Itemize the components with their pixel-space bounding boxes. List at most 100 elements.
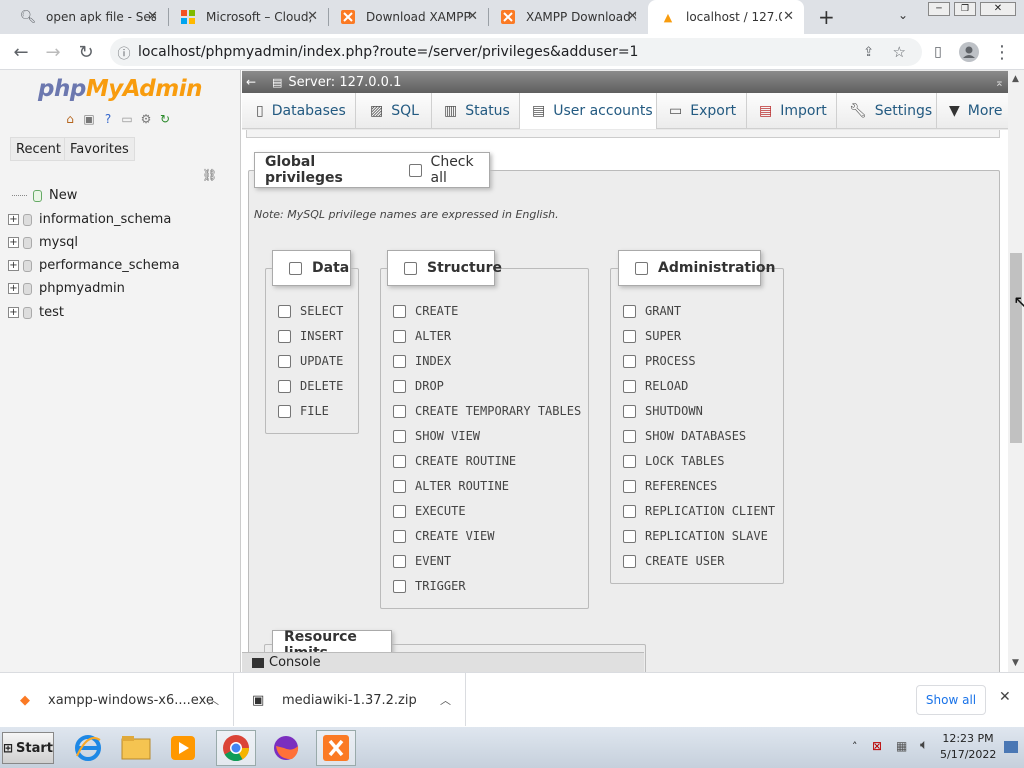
tree-item-database[interactable]: + information_schema	[8, 212, 171, 227]
start-button[interactable]: ⊞ Start	[2, 732, 54, 764]
vertical-scrollbar[interactable]: ▲ ▼	[1008, 70, 1024, 672]
privilege-option[interactable]: SHOW DATABASES	[623, 429, 746, 443]
privilege-checkbox[interactable]	[393, 429, 406, 443]
privilege-option[interactable]: ALTER	[393, 329, 451, 343]
privilege-label[interactable]: CREATE ROUTINE	[415, 454, 516, 468]
new-tab-icon[interactable]: +	[818, 5, 835, 29]
minimize-icon[interactable]: ─	[928, 2, 950, 16]
privilege-checkbox[interactable]	[623, 479, 636, 493]
privilege-checkbox[interactable]	[623, 304, 636, 318]
browser-tab[interactable]: 🔍︎ open apk file - Sear ✕	[8, 0, 168, 34]
privilege-option[interactable]: CREATE USER	[623, 554, 724, 568]
privilege-label[interactable]: CREATE USER	[645, 554, 724, 568]
download-item[interactable]: ◆ xampp-windows-x6....exe ︿	[20, 673, 234, 727]
privilege-option[interactable]: REFERENCES	[623, 479, 717, 493]
browser-tab[interactable]: XAMPP Download S ✕	[488, 0, 648, 34]
privilege-label[interactable]: REPLICATION SLAVE	[645, 529, 768, 543]
privilege-checkbox[interactable]	[623, 429, 636, 443]
download-filename[interactable]: xampp-windows-x6....exe	[48, 693, 214, 708]
privilege-checkbox[interactable]	[393, 504, 406, 518]
bookmark-star-icon[interactable]: ☆	[893, 43, 906, 61]
privilege-checkbox[interactable]	[278, 354, 291, 368]
info-icon[interactable]: ⓘ	[110, 43, 138, 62]
privilege-option[interactable]: ALTER ROUTINE	[393, 479, 509, 493]
back-arrow-icon[interactable]: ←	[9, 40, 33, 64]
privilege-label[interactable]: DROP	[415, 379, 444, 393]
privilege-option[interactable]: PROCESS	[623, 354, 696, 368]
privilege-option[interactable]: CREATE TEMPORARY TABLES	[393, 404, 581, 418]
privilege-option[interactable]: GRANT	[623, 304, 681, 318]
address-bar[interactable]: ⓘ localhost/phpmyadmin/index.php?route=/…	[110, 38, 922, 66]
tree-item-database[interactable]: + performance_schema	[8, 258, 180, 273]
scroll-down-arrow-icon[interactable]: ▼	[1012, 658, 1019, 668]
scroll-up-arrow-icon[interactable]: ▲	[1012, 74, 1019, 84]
share-icon[interactable]: ⇪	[863, 45, 874, 60]
action-center-icon[interactable]: ▦	[896, 739, 907, 753]
privilege-label[interactable]: SELECT	[300, 304, 343, 318]
privilege-label[interactable]: RELOAD	[645, 379, 688, 393]
close-tab-icon[interactable]: ✕	[627, 9, 638, 24]
privilege-checkbox[interactable]	[393, 379, 406, 393]
close-tab-icon[interactable]: ✕	[467, 9, 478, 24]
administration-checkbox[interactable]	[635, 261, 648, 275]
xampp-taskbar-icon[interactable]	[316, 730, 356, 766]
privilege-label[interactable]: ALTER ROUTINE	[415, 479, 509, 493]
privilege-checkbox[interactable]	[623, 554, 636, 568]
logout-icon[interactable]: ▣	[81, 111, 97, 127]
privilege-label[interactable]: TRIGGER	[415, 579, 466, 593]
console-label[interactable]: Console	[269, 655, 321, 670]
privilege-checkbox[interactable]	[393, 354, 406, 368]
side-panel-icon[interactable]: ▯	[926, 40, 950, 64]
server-label[interactable]: Server: 127.0.0.1	[288, 75, 401, 90]
docs-icon[interactable]: ▭	[119, 111, 135, 127]
privilege-label[interactable]: EVENT	[415, 554, 451, 568]
privilege-checkbox[interactable]	[623, 329, 636, 343]
privilege-label[interactable]: FILE	[300, 404, 329, 418]
phpmyadmin-logo[interactable]: phpMyAdmin	[38, 76, 202, 102]
privilege-option[interactable]: SHUTDOWN	[623, 404, 703, 418]
privilege-option[interactable]: REPLICATION SLAVE	[623, 529, 768, 543]
scroll-top-icon[interactable]: ⌅	[995, 76, 1004, 89]
browser-tab[interactable]: Microsoft – Cloud, C ✕	[168, 0, 328, 34]
collapse-arrow-icon[interactable]: ←	[242, 75, 260, 89]
home-icon[interactable]: ⌂	[62, 111, 78, 127]
privilege-checkbox[interactable]	[278, 404, 291, 418]
privilege-label[interactable]: REFERENCES	[645, 479, 717, 493]
privilege-option[interactable]: SUPER	[623, 329, 681, 343]
privilege-checkbox[interactable]	[623, 379, 636, 393]
privilege-label[interactable]: SUPER	[645, 329, 681, 343]
privilege-checkbox[interactable]	[393, 329, 406, 343]
check-all-label[interactable]: Check all	[431, 154, 489, 186]
privilege-option[interactable]: CREATE ROUTINE	[393, 454, 516, 468]
privilege-checkbox[interactable]	[393, 529, 406, 543]
tab-search-chevron-icon[interactable]: ⌄	[898, 8, 908, 22]
privilege-label[interactable]: SHOW VIEW	[415, 429, 480, 443]
tab-status[interactable]: ▥ Status	[432, 93, 520, 129]
privilege-label[interactable]: SHUTDOWN	[645, 404, 703, 418]
privilege-label[interactable]: ALTER	[415, 329, 451, 343]
show-all-button[interactable]: Show all	[916, 685, 986, 715]
privilege-option[interactable]: SHOW VIEW	[393, 429, 480, 443]
privilege-checkbox[interactable]	[278, 304, 291, 318]
close-tab-icon[interactable]: ✕	[783, 9, 794, 24]
forward-arrow-icon[interactable]: →	[41, 40, 65, 64]
privilege-label[interactable]: DELETE	[300, 379, 343, 393]
privilege-option[interactable]: DROP	[393, 379, 444, 393]
structure-checkbox[interactable]	[404, 261, 417, 275]
tab-settings[interactable]: 🔧︎ Settings	[837, 93, 937, 129]
maximize-icon[interactable]: ❐	[954, 2, 976, 16]
privilege-option[interactable]: EXECUTE	[393, 504, 466, 518]
privilege-option[interactable]: CREATE VIEW	[393, 529, 494, 543]
check-all-checkbox[interactable]	[408, 163, 422, 177]
privilege-checkbox[interactable]	[393, 554, 406, 568]
close-window-icon[interactable]: ✕	[980, 2, 1016, 16]
privilege-checkbox[interactable]	[393, 404, 406, 418]
privilege-checkbox[interactable]	[393, 454, 406, 468]
settings-gear-icon[interactable]: ⚙	[138, 111, 154, 127]
privilege-label[interactable]: SHOW DATABASES	[645, 429, 746, 443]
privilege-label[interactable]: LOCK TABLES	[645, 454, 724, 468]
privilege-option[interactable]: INDEX	[393, 354, 451, 368]
privilege-option[interactable]: DELETE	[278, 379, 343, 393]
internet-explorer-icon[interactable]	[68, 730, 108, 766]
kebab-menu-icon[interactable]: ⋮	[990, 40, 1014, 64]
